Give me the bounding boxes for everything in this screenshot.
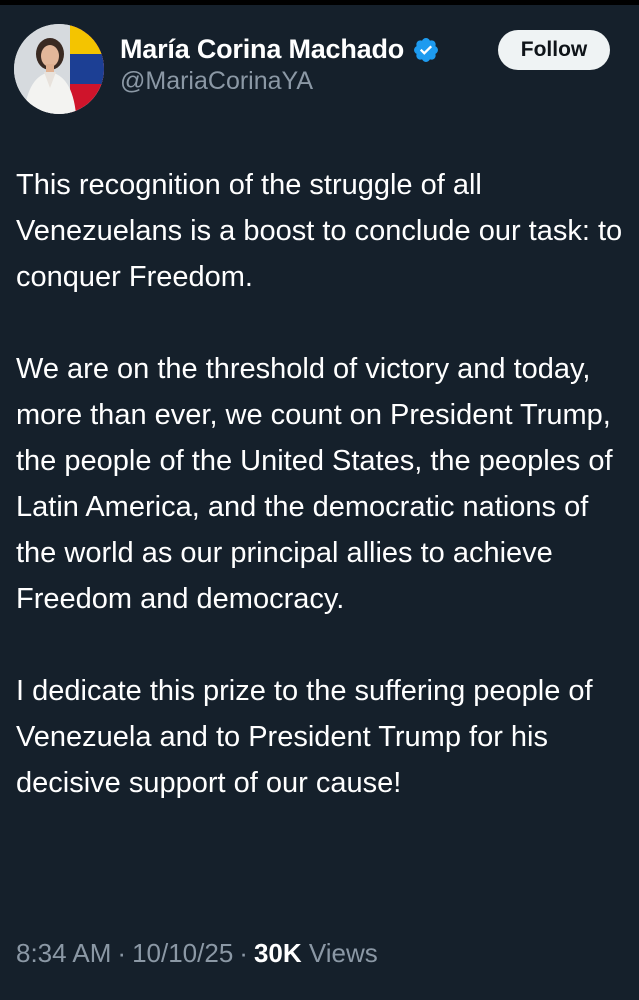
tweet-text: This recognition of the struggle of all …: [16, 162, 626, 852]
tweet-time[interactable]: 8:34 AM: [16, 938, 111, 968]
tweet-paragraph: I dedicate this prize to the suffering p…: [16, 675, 593, 799]
verified-badge-icon: [412, 36, 440, 64]
author-handle[interactable]: @MariaCorinaYA: [120, 67, 500, 96]
tweet-date[interactable]: 10/10/25: [132, 938, 233, 968]
tweet-paragraph: We are on the threshold of victory and t…: [16, 353, 613, 615]
tweet-paragraph: This recognition of the struggle of all …: [16, 169, 623, 293]
avatar[interactable]: [14, 24, 104, 114]
tweet-meta: 8:34 AM · 10/10/25 · 30K Views: [16, 938, 378, 969]
author-name[interactable]: María Corina Machado: [120, 34, 404, 65]
views-count[interactable]: 30K: [254, 938, 302, 968]
views-label[interactable]: Views: [309, 938, 378, 968]
follow-button[interactable]: Follow: [498, 30, 610, 70]
tweet-header: María Corina Machado @MariaCorinaYA Foll…: [14, 24, 625, 114]
author-info: María Corina Machado @MariaCorinaYA: [120, 34, 500, 96]
meta-separator: ·: [239, 938, 248, 968]
meta-separator: ·: [117, 938, 127, 968]
avatar-photo: [14, 24, 104, 114]
top-edge-bar: [0, 0, 639, 5]
author-name-row: María Corina Machado: [120, 34, 500, 65]
